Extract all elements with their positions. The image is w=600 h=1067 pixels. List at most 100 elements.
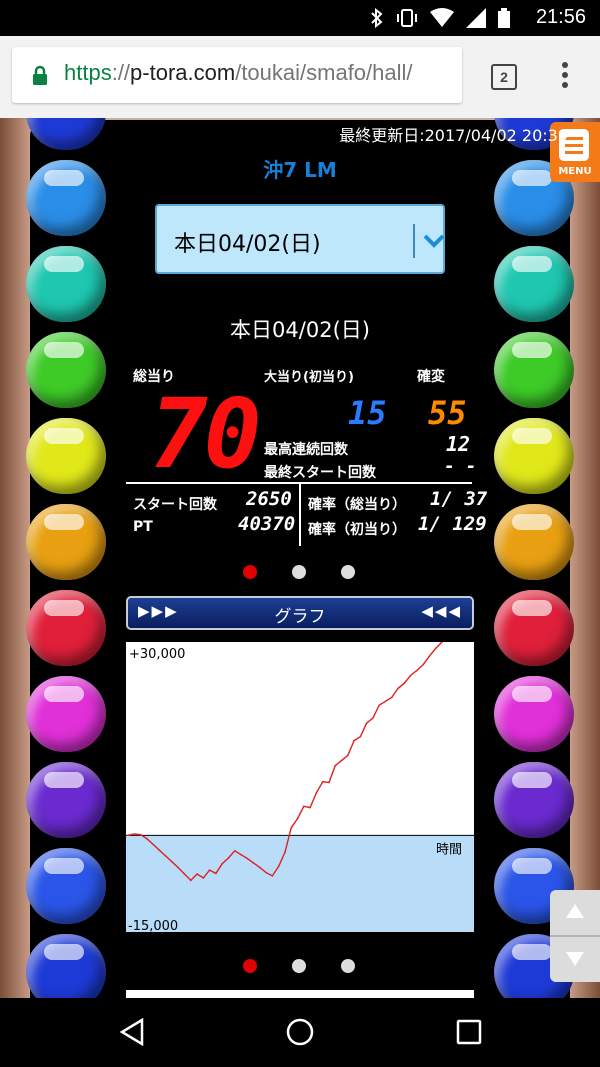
data-point <box>196 873 198 875</box>
max-streak-label: 最高連続回数 <box>264 442 348 458</box>
data-point <box>359 735 362 738</box>
data-point <box>190 879 192 882</box>
big-hits-value: 15 <box>348 394 387 432</box>
carousel-dot[interactable] <box>292 565 306 579</box>
kakuhen-label: 確変 <box>417 369 445 385</box>
decorative-ball <box>26 418 106 494</box>
decorative-ball <box>494 590 574 666</box>
data-point <box>277 865 280 868</box>
big-hits-label: 大当り(初当り) <box>264 370 354 385</box>
data-point <box>434 647 437 650</box>
cell-signal-icon <box>466 8 486 28</box>
data-point <box>158 849 161 851</box>
data-point <box>164 855 167 857</box>
bluetooth-icon <box>371 8 383 28</box>
data-point <box>397 687 399 690</box>
data-point <box>422 663 425 666</box>
overflow-menu-icon[interactable] <box>562 62 570 92</box>
chevron-down-icon <box>423 234 445 248</box>
decorative-ball <box>26 934 106 998</box>
wifi-icon <box>430 8 454 27</box>
tab-switcher-button[interactable]: 2 <box>491 64 517 90</box>
background-art-right <box>570 118 600 998</box>
data-point <box>416 669 418 672</box>
line-chart: +30,000 -15,000 時間 <box>126 642 474 932</box>
carousel-dot[interactable] <box>243 565 257 579</box>
kakuhen-value: 55 <box>428 394 467 432</box>
page-content: MENU 最終更新日:2017/04/02 20:39 沖7 LM 本日04/0… <box>0 118 600 998</box>
x-axis-label: 時間 <box>436 842 462 857</box>
last-start-label: 最終スタート回数 <box>264 465 376 481</box>
navigation-bar <box>0 998 600 1067</box>
data-point <box>353 739 355 742</box>
decorative-ball <box>494 504 574 580</box>
carousel-dot[interactable] <box>243 959 257 973</box>
url-text: https://p-tora.com/toukai/smafo/hall/ <box>64 60 413 86</box>
decorative-ball <box>26 676 106 752</box>
last-updated: 最終更新日:2017/04/02 20:39 <box>339 126 568 145</box>
carousel-dots-top <box>243 565 363 581</box>
battery-icon <box>498 8 510 28</box>
prob-first-label: 確率（初当り） <box>308 522 406 538</box>
browser-toolbar: https://p-tora.com/toukai/smafo/hall/ 2 <box>0 36 600 118</box>
url-scheme: https <box>64 60 112 85</box>
data-point <box>234 850 236 852</box>
graph-header: ▶▶▶ グラフ ◀◀◀ <box>126 596 474 630</box>
data-point <box>365 722 368 724</box>
start-count-label: スタート回数 <box>133 497 217 513</box>
decorative-ball <box>26 590 106 666</box>
data-point <box>127 834 129 837</box>
data-point <box>227 857 230 859</box>
negative-area <box>126 835 474 932</box>
decorative-ball <box>26 762 106 838</box>
prob-total-label: 確率（総当り） <box>308 497 406 513</box>
decorative-ball <box>494 762 574 838</box>
back-icon[interactable] <box>118 1018 146 1046</box>
recents-icon[interactable] <box>455 1018 483 1046</box>
scroll-down-button[interactable] <box>565 950 585 968</box>
carousel-dots-bottom <box>243 959 363 975</box>
data-point <box>309 806 311 809</box>
data-point <box>271 875 274 877</box>
prob-first-value: 1/ 129 <box>418 513 487 535</box>
data-point <box>208 869 211 871</box>
graph-right-arrows: ◀◀◀ <box>421 602 462 620</box>
carousel-dot[interactable] <box>341 565 355 579</box>
data-point <box>265 871 267 874</box>
data-point <box>152 843 154 846</box>
data-point <box>347 754 349 757</box>
decorative-ball <box>26 504 106 580</box>
data-point <box>403 682 406 684</box>
carousel-dot[interactable] <box>292 959 306 973</box>
machine-name: 沖7 LM <box>263 158 337 182</box>
data-point <box>133 833 136 835</box>
lock-icon <box>33 65 47 85</box>
date-select-value: 本日04/02(日) <box>174 232 321 257</box>
data-point <box>246 857 249 860</box>
carousel-dot[interactable] <box>341 959 355 973</box>
data-point <box>221 862 223 865</box>
data-point <box>146 837 148 840</box>
data-point <box>183 873 186 875</box>
data-point <box>428 655 431 657</box>
data-point <box>259 866 261 869</box>
home-icon[interactable] <box>285 1017 315 1047</box>
data-point <box>409 674 412 677</box>
decorative-ball <box>26 848 106 924</box>
data-point <box>202 877 205 879</box>
url-host: p-tora.com <box>130 60 236 85</box>
background-art-left <box>0 118 30 998</box>
graph-title: グラフ <box>274 607 326 627</box>
pt-label: PT <box>133 519 153 535</box>
data-point <box>296 817 299 820</box>
decorative-ball <box>494 676 574 752</box>
y-top-label: +30,000 <box>129 647 185 662</box>
data-point <box>321 781 324 783</box>
last-start-value: - - <box>444 456 477 477</box>
total-hits-value: 70 <box>150 378 262 490</box>
scroll-buttons <box>550 890 600 982</box>
date-select[interactable]: 本日04/02(日) <box>155 204 445 274</box>
scroll-up-button[interactable] <box>565 902 585 920</box>
address-bar[interactable]: https://p-tora.com/toukai/smafo/hall/ <box>12 47 462 103</box>
data-point <box>215 872 217 875</box>
